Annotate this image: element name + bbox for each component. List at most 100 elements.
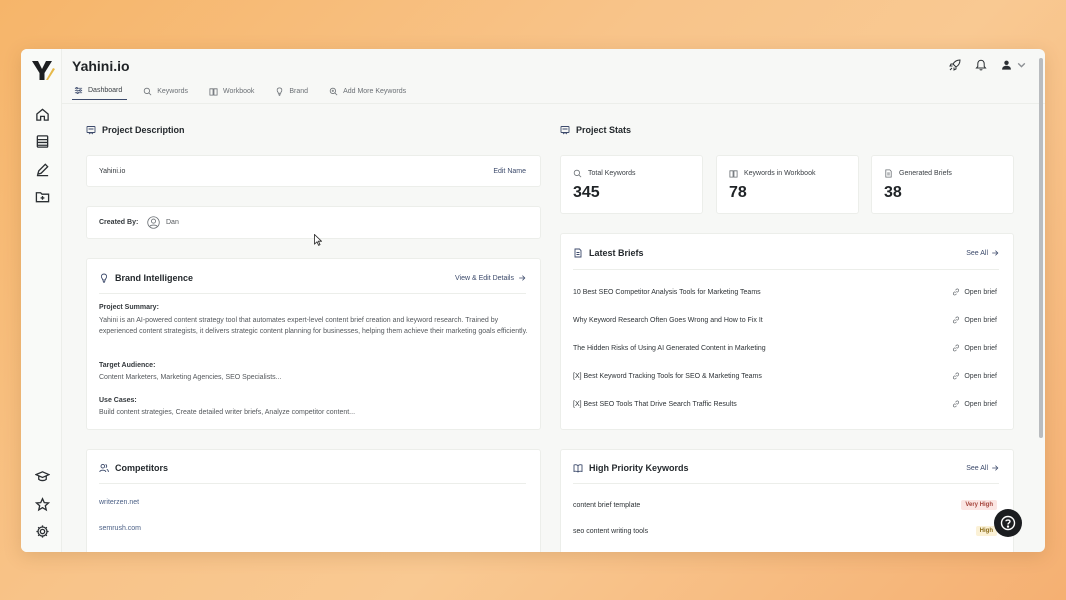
stat-card-total-keywords: Total Keywords 345 [560, 155, 703, 214]
section-title: Brand Intelligence [115, 273, 194, 283]
bell-icon[interactable] [975, 58, 988, 71]
brief-row[interactable]: The Hidden Risks of Using AI Generated C… [573, 342, 997, 354]
scrollbar[interactable] [1039, 58, 1043, 438]
arrow-right-icon [519, 275, 526, 281]
view-edit-details-link[interactable]: View & Edit Details [455, 274, 526, 282]
tab-add-more-keywords[interactable]: Add More Keywords [327, 86, 411, 100]
section-title: Project Description [102, 125, 185, 135]
board-icon [86, 126, 96, 135]
open-brief-label: Open brief [964, 288, 997, 296]
stat-value: 38 [884, 184, 902, 201]
user-icon [1002, 60, 1011, 70]
link-icon [953, 288, 960, 296]
project-name-card: Yahini.io Edit Name [86, 155, 541, 187]
open-brief-button[interactable]: Open brief [952, 288, 997, 296]
link-icon [953, 344, 960, 352]
document-icon [885, 169, 892, 178]
open-brief-button[interactable]: Open brief [952, 316, 997, 324]
open-brief-button[interactable]: Open brief [952, 400, 997, 408]
arrow-right-icon [992, 250, 999, 256]
question-icon [1000, 515, 1016, 531]
book-icon [209, 87, 218, 96]
app-window: Yahini.io Dashboard Keywords Workbook Br… [21, 49, 1045, 552]
high-priority-heading: High Priority Keywords [573, 463, 689, 473]
sidebar [21, 49, 62, 552]
list-icon[interactable] [34, 133, 50, 149]
brief-title: [X] Best Keyword Tracking Tools for SEO … [573, 372, 762, 380]
app-logo[interactable] [31, 59, 55, 81]
card-divider [99, 483, 526, 484]
high-priority-keywords-card: High Priority Keywords See All content b… [560, 449, 1014, 552]
tab-brand[interactable]: Brand [273, 86, 313, 100]
stat-label: Generated Briefs [884, 169, 952, 178]
home-icon[interactable] [34, 106, 50, 122]
mouse-cursor-icon [314, 234, 322, 246]
latest-briefs-card: Latest Briefs See All 10 Best SEO Compet… [560, 233, 1014, 430]
usecases-label: Use Cases: [99, 397, 137, 404]
rocket-icon[interactable] [949, 58, 962, 71]
created-by-user: Dan [166, 219, 179, 226]
document-icon [574, 248, 582, 258]
stat-label-text: Total Keywords [588, 170, 636, 177]
see-all-label: See All [966, 249, 988, 257]
section-title: Project Stats [576, 125, 632, 135]
lightbulb-icon [277, 86, 283, 96]
keyword-row[interactable]: content brief template Very High [573, 499, 997, 511]
help-button[interactable] [994, 509, 1022, 537]
star-icon[interactable] [34, 496, 50, 512]
tab-workbook[interactable]: Workbook [207, 86, 259, 100]
brief-row[interactable]: 10 Best SEO Competitor Analysis Tools fo… [573, 286, 997, 298]
brand-intelligence-card: Brand Intelligence View & Edit Details P… [86, 258, 541, 430]
stat-value: 78 [729, 184, 747, 201]
sliders-icon [74, 87, 83, 94]
keyword-text: seo content writing tools [573, 527, 649, 535]
project-stats-heading: Project Stats [560, 125, 631, 135]
competitor-link[interactable]: writerzen.net [99, 499, 139, 506]
tab-label: Keywords [157, 87, 188, 95]
competitors-heading: Competitors [99, 463, 168, 473]
gear-icon[interactable] [34, 523, 50, 539]
brief-row[interactable]: Why Keyword Research Often Goes Wrong an… [573, 314, 997, 326]
top-actions [949, 58, 1027, 71]
user-menu[interactable] [1001, 58, 1027, 71]
tab-dashboard[interactable]: Dashboard [72, 86, 128, 100]
tab-keywords[interactable]: Keywords [141, 86, 193, 100]
card-divider [573, 483, 999, 484]
open-brief-label: Open brief [964, 344, 997, 352]
open-brief-label: Open brief [964, 400, 997, 408]
search-icon [573, 169, 582, 178]
summary-text: Yahini is an AI-powered content strategy… [99, 317, 528, 335]
see-all-briefs-link[interactable]: See All [966, 249, 999, 257]
stat-value: 345 [573, 184, 600, 201]
graduation-cap-icon[interactable] [34, 468, 50, 484]
competitor-link[interactable]: semrush.com [99, 525, 141, 532]
brief-row[interactable]: [X] Best Keyword Tracking Tools for SEO … [573, 370, 997, 382]
see-all-label: See All [966, 464, 988, 472]
pen-icon[interactable] [34, 161, 50, 177]
open-brief-button[interactable]: Open brief [952, 344, 997, 352]
audience-text: Content Marketers, Marketing Agencies, S… [99, 374, 282, 381]
brand-intelligence-heading: Brand Intelligence [99, 273, 193, 283]
brief-title: Why Keyword Research Often Goes Wrong an… [573, 316, 763, 324]
stat-label: Total Keywords [573, 169, 635, 178]
open-brief-label: Open brief [964, 372, 997, 380]
audience-label: Target Audience: [99, 362, 156, 369]
keyword-text: content brief template [573, 501, 641, 509]
stat-card-keywords-in-workbook: Keywords in Workbook 78 [716, 155, 859, 214]
tab-label: Dashboard [88, 87, 123, 94]
competitors-card: Competitors writerzen.net semrush.com [86, 449, 541, 552]
brief-row[interactable]: [X] Best SEO Tools That Drive Search Tra… [573, 398, 997, 410]
stat-label: Keywords in Workbook [729, 169, 815, 178]
edit-name-button[interactable]: Edit Name [493, 168, 526, 175]
link-icon [953, 400, 960, 408]
search-icon [144, 87, 152, 95]
see-all-keywords-link[interactable]: See All [966, 464, 999, 472]
top-bar: Yahini.io Dashboard Keywords Workbook Br… [62, 49, 1045, 105]
project-name: Yahini.io [99, 168, 126, 175]
open-brief-button[interactable]: Open brief [952, 372, 997, 380]
keyword-row[interactable]: seo content writing tools High [573, 525, 997, 537]
tab-label: Workbook [222, 87, 255, 95]
folder-icon[interactable] [34, 188, 50, 204]
latest-briefs-heading: Latest Briefs [573, 248, 644, 258]
avatar [147, 216, 160, 229]
